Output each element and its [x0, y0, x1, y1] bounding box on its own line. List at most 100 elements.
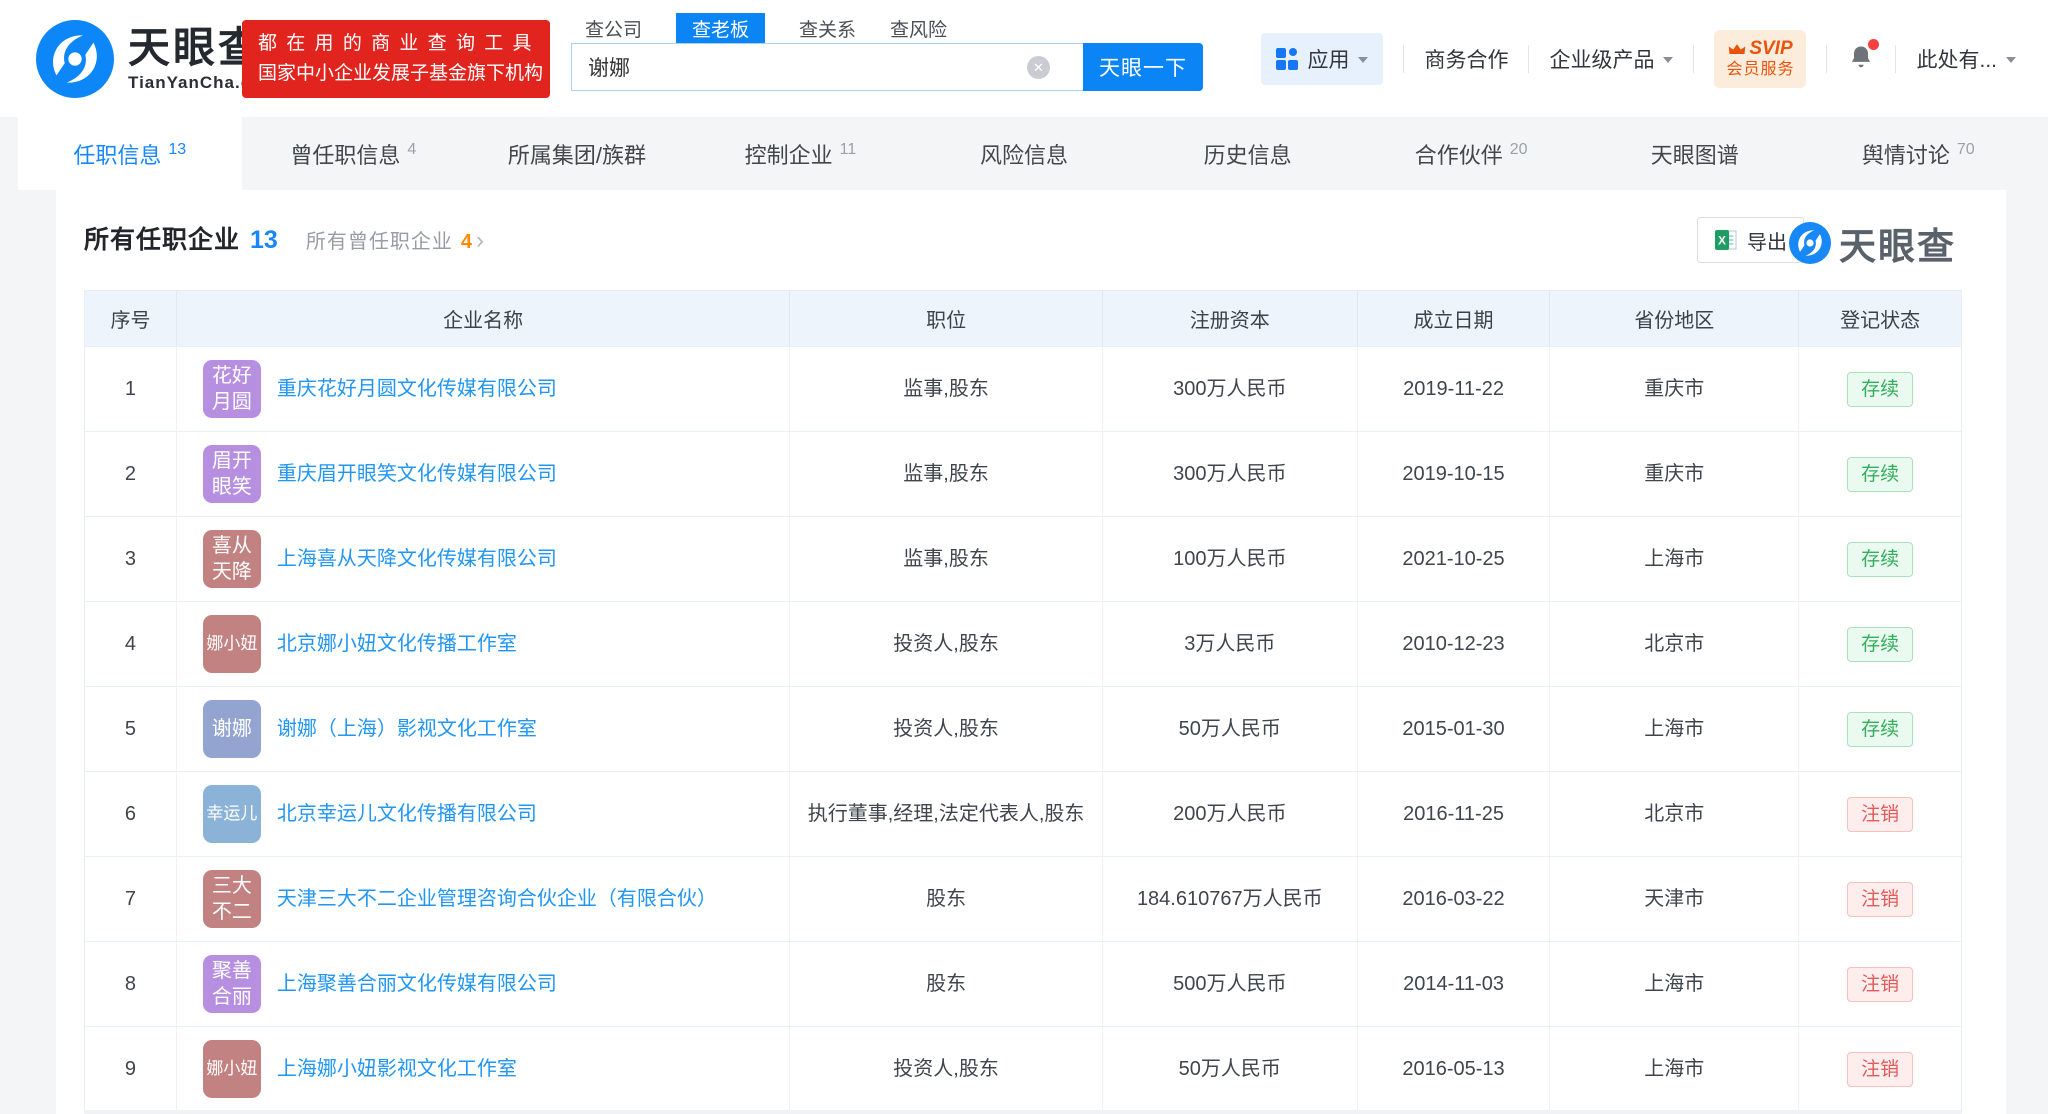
cell-company: 喜从天降上海喜从天降文化传媒有限公司 — [177, 517, 790, 601]
cell-status: 注销 — [1799, 942, 1961, 1026]
company-avatar[interactable]: 眉开眼笑 — [203, 445, 261, 503]
export-button[interactable]: X 导出 — [1697, 217, 1804, 263]
company-avatar[interactable]: 三大不二 — [203, 870, 261, 928]
next-section-edge — [84, 1110, 1962, 1114]
nav-divider — [1693, 45, 1694, 73]
cell-company: 娜小妞上海娜小妞影视文化工作室 — [177, 1027, 790, 1111]
tab-9[interactable]: 舆情讨论70 — [1807, 117, 2031, 190]
tab-5[interactable]: 风险信息 — [912, 117, 1136, 190]
cell-province: 北京市 — [1550, 772, 1799, 856]
company-avatar-line: 娜小妞 — [206, 631, 257, 657]
cell-province: 上海市 — [1550, 517, 1799, 601]
company-link[interactable]: 重庆花好月圆文化传媒有限公司 — [277, 374, 557, 404]
tab-3[interactable]: 所属集团/族群 — [465, 117, 689, 190]
table-header-row: 序号企业名称职位注册资本成立日期省份地区登记状态 — [85, 291, 1961, 346]
tab-4[interactable]: 控制企业11 — [689, 117, 913, 190]
tab-count: 13 — [168, 141, 186, 159]
cell-established-date: 2010-12-23 — [1358, 602, 1551, 686]
tab-7[interactable]: 合作伙伴20 — [1359, 117, 1583, 190]
search-type-tab-1[interactable]: 查公司 — [585, 13, 642, 43]
svip-member-service[interactable]: SVIP 会员服务 — [1714, 30, 1806, 88]
user-menu[interactable]: 此处有... — [1916, 44, 1997, 74]
company-avatar[interactable]: 谢娜 — [203, 700, 261, 758]
cell-province: 重庆市 — [1550, 432, 1799, 516]
company-avatar-line: 眉开 — [212, 448, 252, 474]
status-badge: 注销 — [1847, 1052, 1913, 1087]
search-input[interactable] — [571, 43, 1083, 91]
nav-enterprise-products[interactable]: 企业级产品 — [1549, 44, 1654, 74]
table-row: 4娜小妞北京娜小妞文化传播工作室投资人,股东3万人民币2010-12-23北京市… — [85, 601, 1961, 686]
cell-position: 执行董事,经理,法定代表人,股东 — [790, 772, 1103, 856]
company-avatar-line: 三大 — [212, 873, 252, 899]
promo-banner[interactable]: 都 在 用 的 商 业 查 询 工 具 国家中小企业发展子基金旗下机构 — [242, 20, 550, 98]
search-button[interactable]: 天眼一下 — [1083, 43, 1203, 91]
company-link[interactable]: 上海聚善合丽文化传媒有限公司 — [277, 969, 557, 999]
company-avatar-line: 幸运儿 — [206, 801, 257, 827]
nav-divider — [1528, 45, 1529, 73]
tab-8[interactable]: 天眼图谱 — [1583, 117, 1807, 190]
apps-menu[interactable]: 应用 — [1261, 33, 1383, 85]
clear-input-icon[interactable]: ✕ — [1027, 56, 1050, 79]
company-avatar-line: 谢娜 — [212, 716, 252, 742]
cell-registered-capital: 300万人民币 — [1103, 432, 1358, 516]
positions-table: 序号企业名称职位注册资本成立日期省份地区登记状态 1花好月圆重庆花好月圆文化传媒… — [84, 290, 1962, 1111]
cell-index: 2 — [85, 432, 177, 516]
chevron-right-icon[interactable]: › — [476, 227, 484, 255]
status-badge: 存续 — [1847, 457, 1913, 492]
tab-label: 舆情讨论 — [1862, 138, 1950, 170]
company-link[interactable]: 重庆眉开眼笑文化传媒有限公司 — [277, 459, 557, 489]
cell-province: 上海市 — [1550, 942, 1799, 1026]
company-avatar[interactable]: 聚善合丽 — [203, 955, 261, 1013]
section-title-count: 13 — [250, 226, 278, 255]
cell-status: 存续 — [1799, 347, 1961, 431]
search-type-tab-4[interactable]: 查风险 — [890, 13, 947, 43]
column-header-2: 企业名称 — [177, 291, 790, 346]
promo-banner-line2: 国家中小企业发展子基金旗下机构 — [258, 59, 534, 89]
company-avatar[interactable]: 娜小妞 — [203, 1040, 261, 1098]
tab-1[interactable]: 任职信息13 — [18, 117, 242, 190]
cell-index: 9 — [85, 1027, 177, 1111]
nav-divider — [1403, 45, 1404, 73]
site-header: 天眼查 TianYanCha.com 都 在 用 的 商 业 查 询 工 具 国… — [0, 0, 2048, 117]
tab-label: 天眼图谱 — [1651, 138, 1739, 170]
company-avatar[interactable]: 娜小妞 — [203, 615, 261, 673]
tab-2[interactable]: 曾任职信息4 — [242, 117, 466, 190]
cell-registered-capital: 500万人民币 — [1103, 942, 1358, 1026]
former-companies-link[interactable]: 所有曾任职企业 — [306, 225, 453, 254]
search-box: ✕ 天眼一下 — [571, 43, 1203, 91]
table-row: 9娜小妞上海娜小妞影视文化工作室投资人,股东50万人民币2016-05-13上海… — [85, 1026, 1961, 1111]
former-companies-count[interactable]: 4 — [461, 231, 472, 254]
cell-company: 谢娜谢娜（上海）影视文化工作室 — [177, 687, 790, 771]
company-link[interactable]: 北京幸运儿文化传播有限公司 — [277, 799, 537, 829]
column-header-3: 职位 — [790, 291, 1103, 346]
notifications-bell-icon[interactable] — [1847, 43, 1875, 76]
company-link[interactable]: 天津三大不二企业管理咨询合伙企业（有限合伙） — [277, 884, 717, 914]
company-link[interactable]: 谢娜（上海）影视文化工作室 — [277, 714, 537, 744]
company-avatar[interactable]: 花好月圆 — [203, 360, 261, 418]
tianyancha-watermark: 天眼查 — [1789, 216, 1956, 270]
company-avatar[interactable]: 幸运儿 — [203, 785, 261, 843]
chevron-down-icon — [1663, 57, 1673, 68]
status-badge: 存续 — [1847, 627, 1913, 662]
cell-index: 3 — [85, 517, 177, 601]
column-header-4: 注册资本 — [1103, 291, 1358, 346]
cell-established-date: 2019-11-22 — [1358, 347, 1551, 431]
tab-6[interactable]: 历史信息 — [1136, 117, 1360, 190]
nav-business-cooperation[interactable]: 商务合作 — [1424, 44, 1508, 74]
cell-position: 监事,股东 — [790, 432, 1103, 516]
table-row: 6幸运儿北京幸运儿文化传播有限公司执行董事,经理,法定代表人,股东200万人民币… — [85, 771, 1961, 856]
status-badge: 注销 — [1847, 967, 1913, 1002]
company-avatar-line: 不二 — [212, 899, 252, 925]
company-link[interactable]: 北京娜小妞文化传播工作室 — [277, 629, 517, 659]
svg-text:X: X — [1718, 234, 1726, 248]
cell-registered-capital: 50万人民币 — [1103, 687, 1358, 771]
cell-established-date: 2016-03-22 — [1358, 857, 1551, 941]
company-link[interactable]: 上海娜小妞影视文化工作室 — [277, 1054, 517, 1084]
company-link[interactable]: 上海喜从天降文化传媒有限公司 — [277, 544, 557, 574]
cell-province: 上海市 — [1550, 687, 1799, 771]
search-type-tab-2[interactable]: 查老板 — [676, 13, 765, 43]
company-avatar[interactable]: 喜从天降 — [203, 530, 261, 588]
search-type-tab-3[interactable]: 查关系 — [799, 13, 856, 43]
cell-established-date: 2014-11-03 — [1358, 942, 1551, 1026]
apps-label: 应用 — [1307, 44, 1349, 74]
